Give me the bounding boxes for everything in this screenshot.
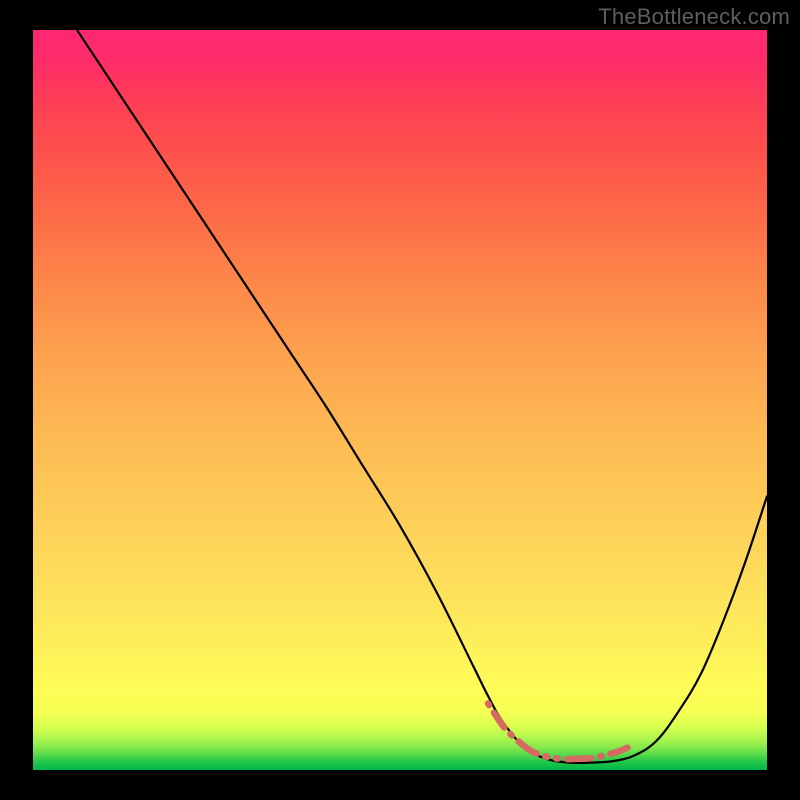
curve-line	[77, 30, 767, 763]
chart-overlay	[33, 30, 767, 770]
plot-area	[33, 30, 767, 770]
watermark-text: TheBottleneck.com	[598, 4, 790, 30]
chart-frame: TheBottleneck.com	[0, 0, 800, 800]
optimal-band-marker	[488, 703, 635, 759]
